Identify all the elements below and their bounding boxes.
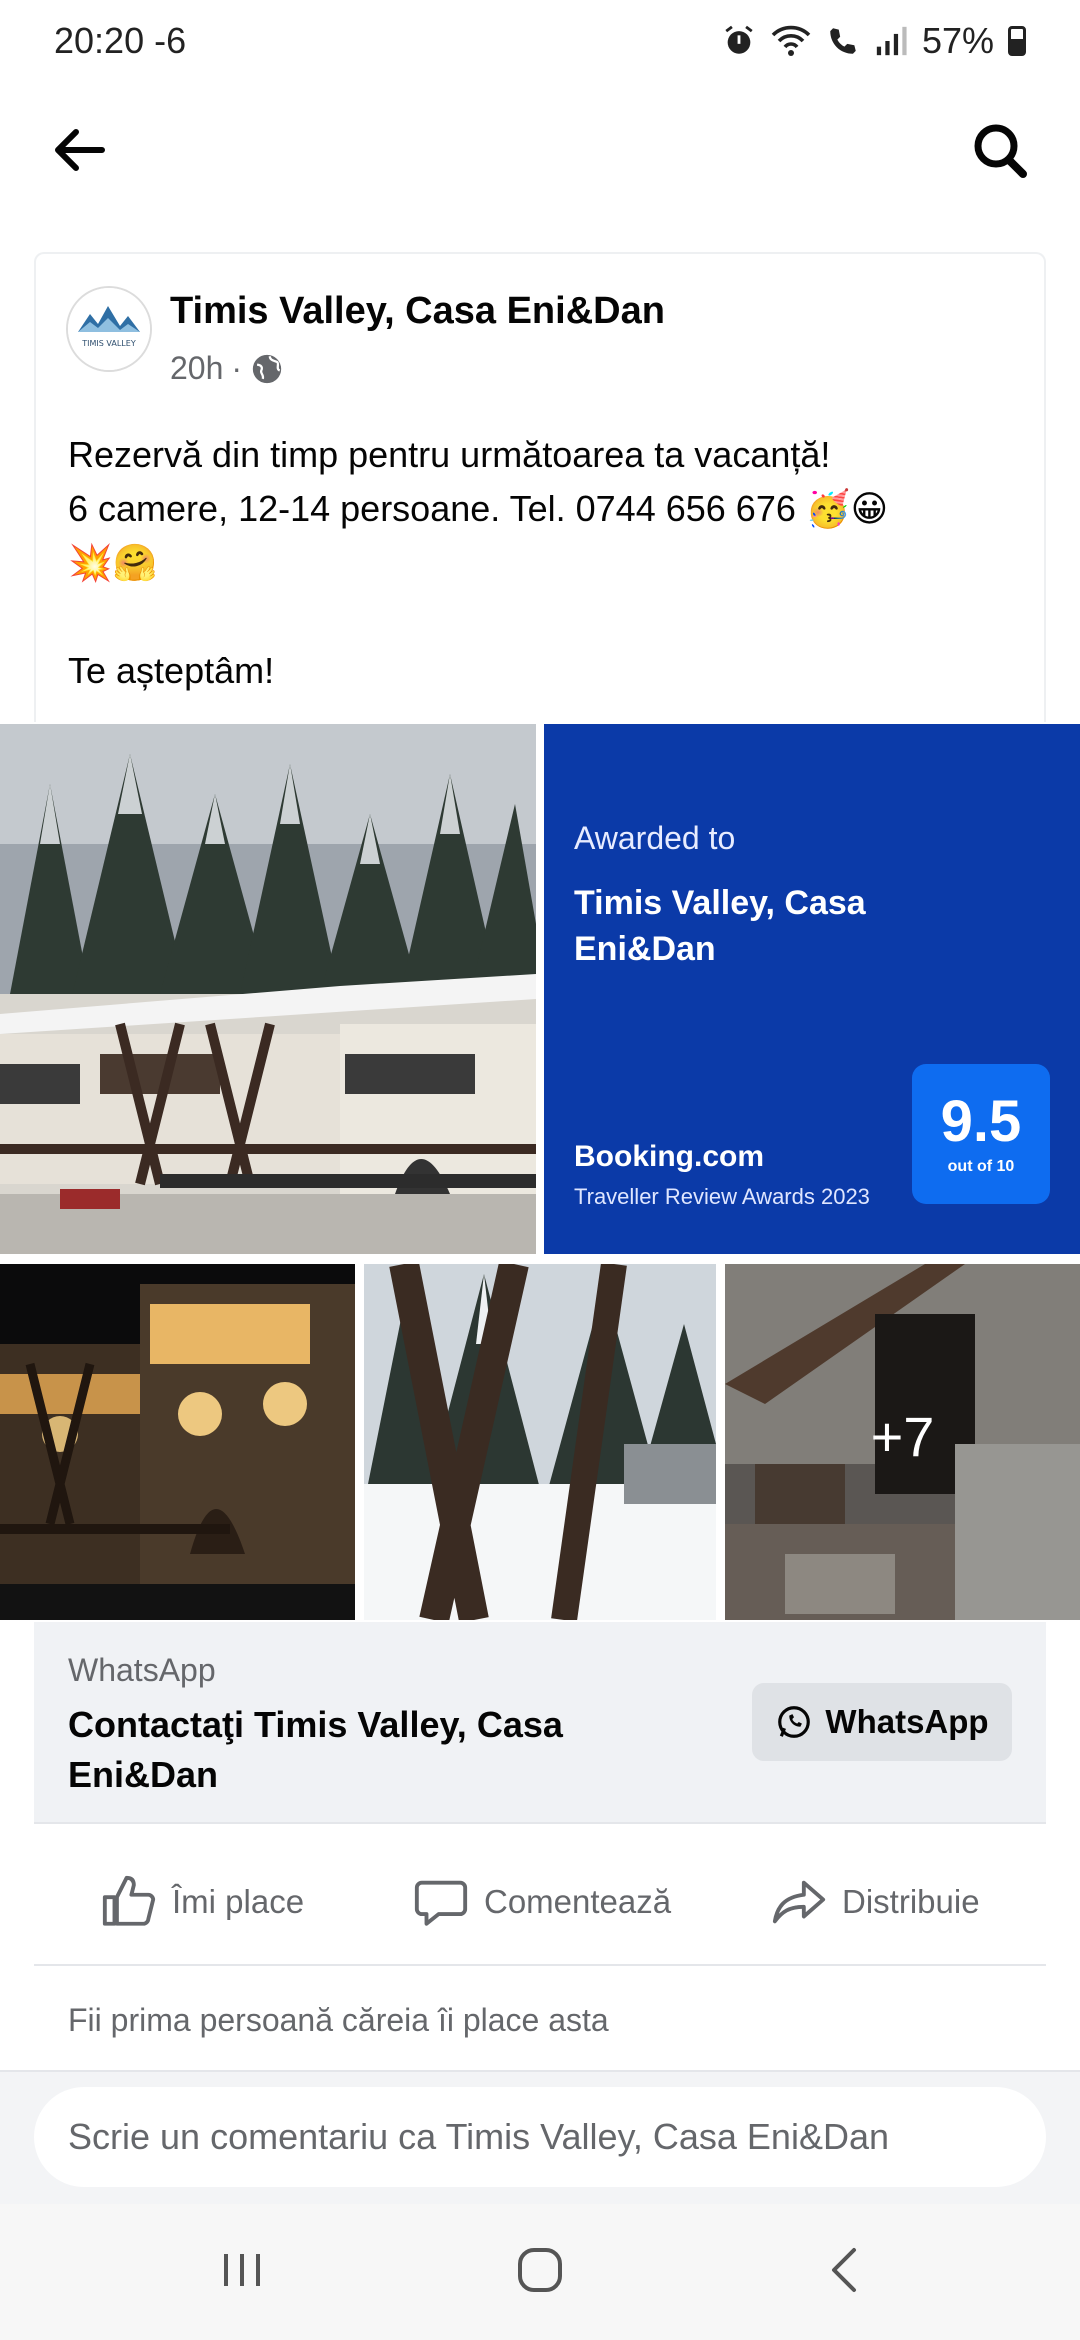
divider [34,1964,1046,1966]
chevron-left-icon [832,2248,856,2292]
score-value: 9.5 [940,1089,1022,1154]
arrow-left-icon [55,129,105,171]
system-nav-bar [0,2204,1080,2340]
search-icon [974,124,1027,178]
award-name: Timis Valley, Casa Eni&Dan [574,884,866,968]
recent-apps-icon [224,2254,260,2286]
likes-summary: Fii prima persoană căreia îi place asta [68,2002,609,2038]
share-icon [772,1880,826,1924]
alarm-icon [725,25,753,54]
meta-separator: · [231,350,243,386]
post-time[interactable]: 20h [170,350,223,387]
photo-night[interactable] [0,1264,355,1620]
page-logo: TIMIS VALLEY [68,288,150,370]
award-image[interactable]: Awarded to Timis Valley, Casa Eni&Dan Bo… [544,724,1080,1254]
share-button[interactable]: Distribuie [770,1870,980,1934]
post-text-line: 6 camere, 12-14 persoane. Tel. 0744 656 … [68,488,889,529]
score-scale: out of 10 [947,1158,1015,1175]
home-icon [518,2248,562,2292]
cta-title[interactable]: Contactaţi Timis Valley, Casa Eni&Dan [68,1700,688,1800]
thumbs-up-icon [102,1875,156,1926]
post-meta: 20h · [170,350,284,387]
comment-label: Comentează [484,1883,672,1920]
post-text-line: Te așteptâm! [68,650,275,691]
post-author[interactable]: Timis Valley, Casa Eni&Dan [170,290,665,333]
comment-placeholder: Scrie un comentariu ca Timis Valley, Cas… [68,2116,890,2157]
status-icons: 57% [722,20,1026,62]
status-clock: 20:20 [54,20,145,61]
home-button[interactable] [510,2240,570,2300]
avatar[interactable]: TIMIS VALLEY [66,286,152,372]
award-subtitle: Traveller Review Awards 2023 [574,1184,870,1209]
award-label: Awarded to [574,820,736,856]
signal-icon [876,26,907,56]
battery-percent: 57% [921,20,994,61]
photo-interior[interactable]: +7 [725,1264,1080,1620]
more-photos-count: +7 [870,1405,935,1468]
post-text-line: 💥🤗 [68,542,158,583]
comment-icon [414,1880,468,1926]
post-text: Rezervă din timp pentru următoarea ta va… [68,428,1028,698]
whatsapp-button-label: WhatsApp [825,1703,989,1740]
booking-logo: Booking.com [574,1140,765,1173]
call-icon [830,28,856,54]
recent-apps-button[interactable] [212,2240,272,2300]
avatar-text: TIMIS VALLEY [81,339,136,348]
like-label: Îmi place [172,1883,305,1920]
post-text-line: Rezervă din timp pentru următoarea ta va… [68,434,831,475]
score-badge: 9.5 out of 10 [912,1064,1050,1204]
system-back-button[interactable] [816,2240,876,2300]
cta-source: WhatsApp [68,1652,216,1688]
comment-button[interactable]: Comentează [412,1870,671,1934]
status-extra: -6 [154,20,187,61]
status-time: 20:20 -6 [54,20,186,62]
search-button[interactable] [960,112,1040,192]
comment-input[interactable]: Scrie un comentariu ca Timis Valley, Cas… [34,2087,1046,2187]
post-text-spacer [68,590,1028,644]
whatsapp-button[interactable]: WhatsApp [752,1683,1012,1761]
wifi-icon [771,25,811,56]
back-button[interactable] [40,112,120,192]
photo-snow-view[interactable] [364,1264,716,1620]
globe-icon [252,354,282,383]
like-button[interactable]: Îmi place [100,1870,304,1934]
photo-chalet[interactable] [0,724,536,1254]
whatsapp-icon [778,1706,811,1738]
battery-icon [1008,26,1026,56]
share-label: Distribuie [842,1883,980,1920]
divider [34,1822,1046,1824]
